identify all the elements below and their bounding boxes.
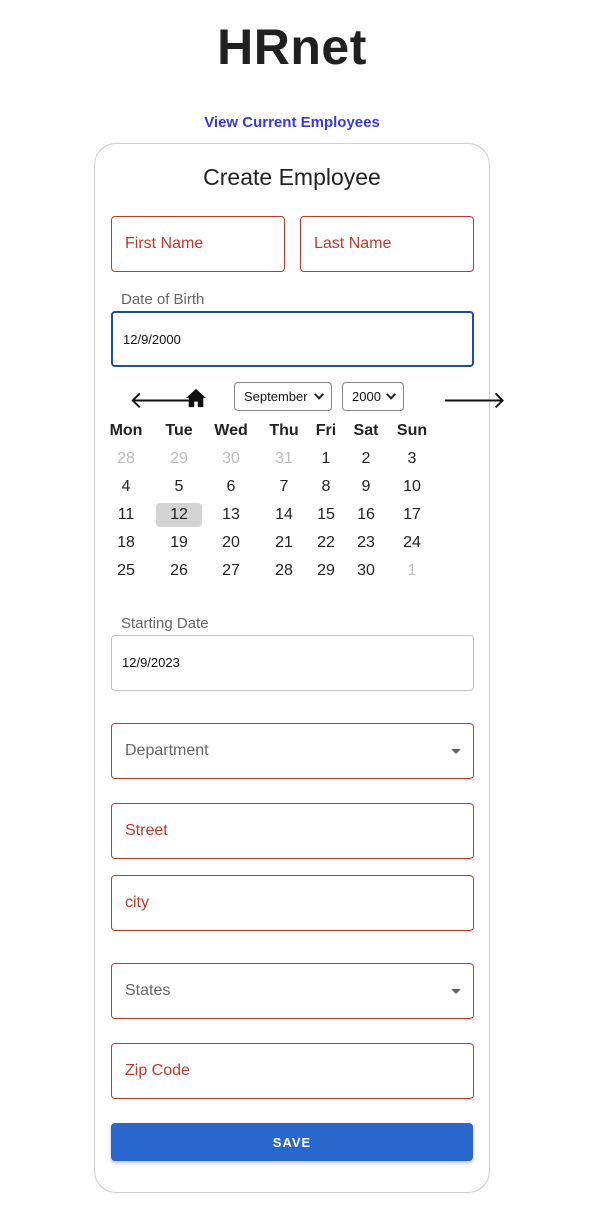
dob-value: 12/9/2000 [123, 332, 181, 347]
chevron-down-icon [386, 389, 397, 400]
calendar-day[interactable]: 16 [343, 503, 389, 527]
calendar-day[interactable]: 18 [103, 531, 149, 555]
calendar-day[interactable]: 31 [261, 447, 307, 471]
calendar-day[interactable]: 30 [343, 559, 389, 583]
calendar-day[interactable]: 19 [156, 531, 202, 555]
starting-date-label: Starting Date [121, 615, 209, 632]
states-placeholder: States [125, 982, 171, 999]
weekday-wed: Wed [214, 422, 248, 439]
calendar-day[interactable]: 24 [389, 531, 435, 555]
calendar-day[interactable]: 10 [389, 475, 435, 499]
arrow-right-icon[interactable]: 🡒 [442, 389, 506, 413]
calendar-day[interactable]: 28 [103, 447, 149, 471]
city-input[interactable]: city [111, 875, 474, 931]
calendar-day[interactable]: 9 [343, 475, 389, 499]
last-name-input[interactable]: Last Name [300, 216, 474, 272]
calendar-day[interactable]: 11 [103, 503, 149, 527]
calendar-day[interactable]: 25 [103, 559, 149, 583]
calendar-day[interactable]: 12 [156, 503, 202, 527]
starting-date-value: 12/9/2023 [122, 655, 180, 670]
home-icon[interactable] [185, 388, 207, 408]
department-select[interactable]: Department [111, 723, 474, 779]
calendar-day[interactable]: 28 [261, 559, 307, 583]
calendar-day[interactable]: 21 [261, 531, 307, 555]
calendar-day[interactable]: 7 [261, 475, 307, 499]
calendar-day[interactable]: 23 [343, 531, 389, 555]
chevron-down-icon [314, 389, 325, 400]
calendar-day[interactable]: 3 [389, 447, 435, 471]
year-select-value: 2000 [352, 389, 381, 404]
weekday-tue: Tue [165, 422, 193, 439]
calendar-day[interactable]: 27 [208, 559, 254, 583]
zip-code-placeholder: Zip Code [125, 1062, 190, 1079]
first-name-placeholder: First Name [125, 235, 204, 252]
street-input[interactable]: Street [111, 803, 474, 859]
weekday-sun: Sun [396, 422, 428, 439]
calendar-day[interactable]: 17 [389, 503, 435, 527]
calendar-day[interactable]: 20 [208, 531, 254, 555]
calendar-day[interactable]: 6 [208, 475, 254, 499]
calendar-day[interactable]: 2 [343, 447, 389, 471]
calendar-day[interactable]: 4 [103, 475, 149, 499]
starting-date-input[interactable]: 12/9/2023 [111, 635, 474, 691]
calendar-day[interactable]: 5 [156, 475, 202, 499]
department-placeholder: Department [125, 742, 209, 759]
city-placeholder: city [125, 894, 149, 911]
last-name-placeholder: Last Name [314, 235, 392, 252]
calendar-day[interactable]: 29 [156, 447, 202, 471]
view-current-employees-link[interactable]: View Current Employees [0, 114, 584, 131]
calendar-day[interactable]: 14 [261, 503, 307, 527]
year-select[interactable]: 2000 [342, 382, 404, 411]
calendar-day[interactable]: 30 [208, 447, 254, 471]
create-employee-form: Create Employee First Name Last Name Dat… [94, 143, 506, 1193]
calendar-day[interactable]: 1 [389, 559, 435, 583]
app-title: HRnet [217, 19, 367, 75]
weekday-mon: Mon [109, 422, 143, 439]
states-select[interactable]: States [111, 963, 474, 1019]
dropdown-caret-icon [451, 989, 461, 994]
dob-label: Date of Birth [121, 291, 205, 308]
first-name-input[interactable]: First Name [111, 216, 285, 272]
arrow-left-icon[interactable]: 🡐 [129, 389, 193, 413]
calendar-day[interactable]: 13 [208, 503, 254, 527]
save-button[interactable]: SAVE [111, 1123, 473, 1161]
street-placeholder: Street [125, 822, 168, 839]
form-title: Create Employee [203, 164, 381, 190]
date-of-birth-input[interactable]: 12/9/2000 [111, 311, 474, 367]
weekday-sat: Sat [353, 422, 379, 439]
month-select-value: September [244, 389, 308, 404]
zip-code-input[interactable]: Zip Code [111, 1043, 474, 1099]
dropdown-caret-icon [451, 749, 461, 754]
calendar-day[interactable]: 26 [156, 559, 202, 583]
month-select[interactable]: September [234, 382, 332, 411]
